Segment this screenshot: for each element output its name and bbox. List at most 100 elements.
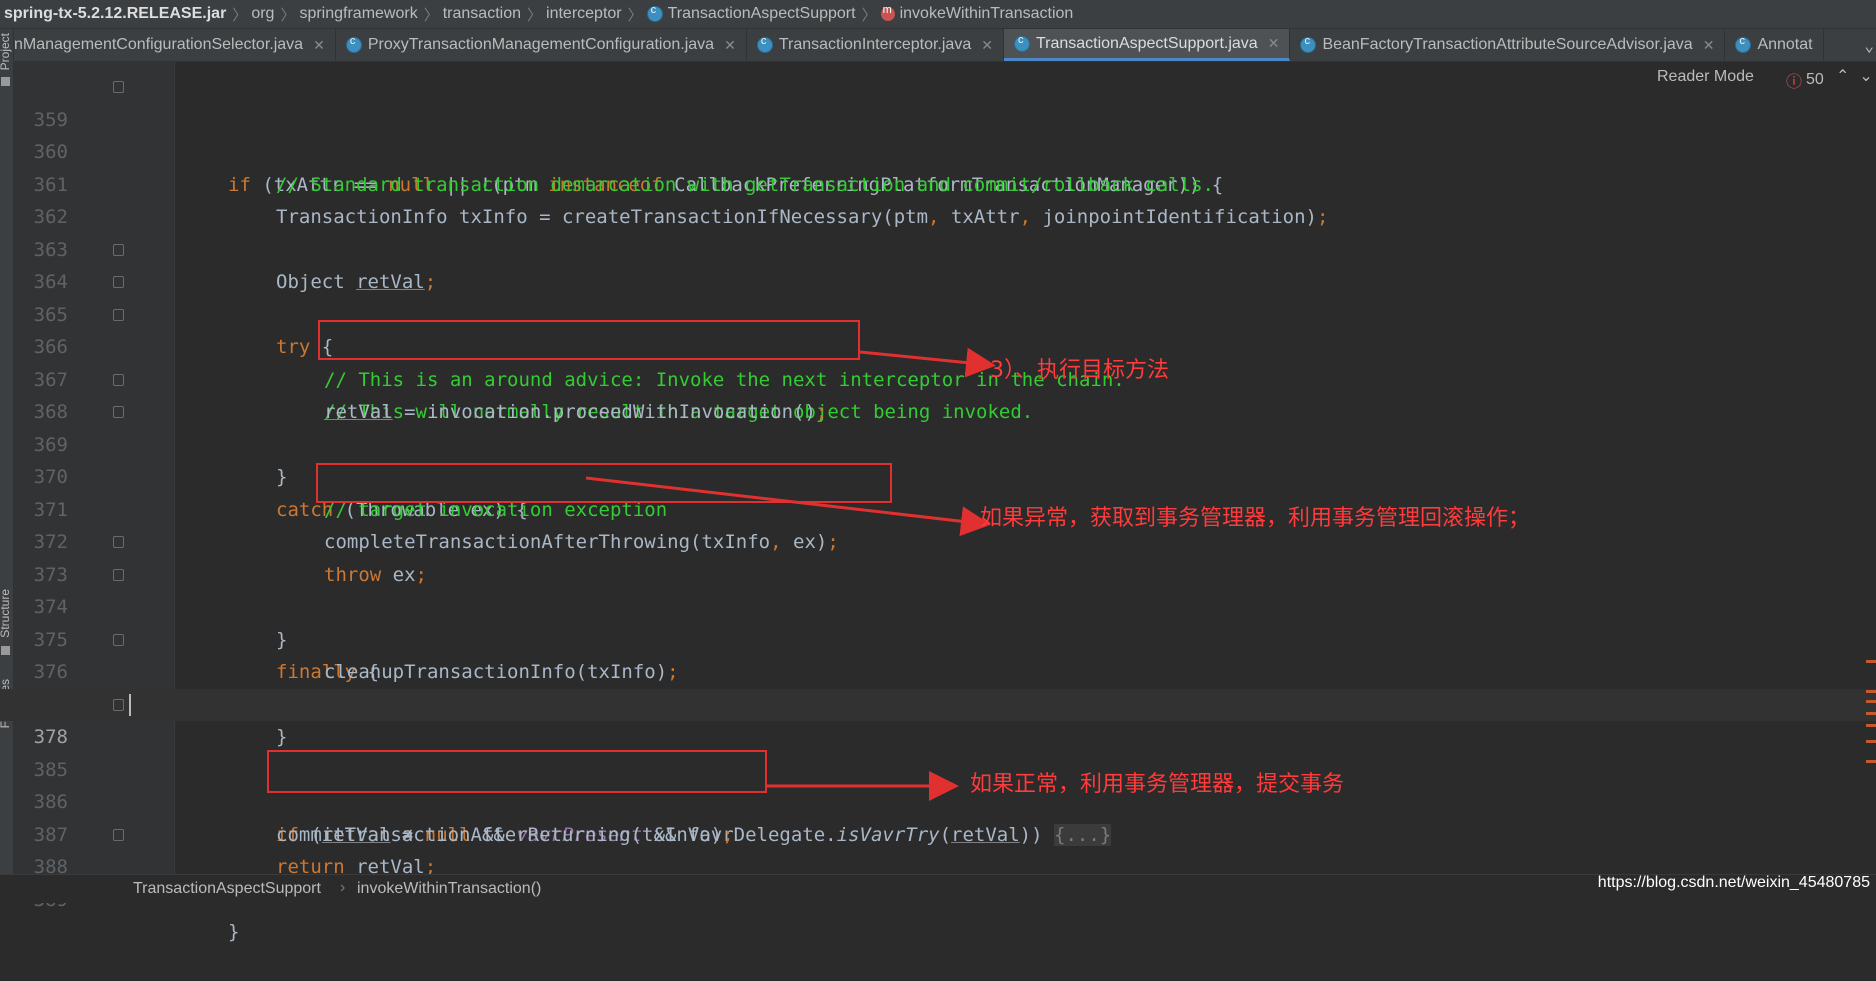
tab-bean-factory-advisor[interactable]: BeanFactoryTransactionAttributeSourceAdv… bbox=[1290, 29, 1726, 61]
code-text: } bbox=[228, 921, 240, 943]
code-line: 377 bbox=[0, 656, 1876, 716]
fold-marker-icon[interactable] bbox=[113, 698, 124, 711]
fold-marker-icon[interactable] bbox=[113, 633, 124, 646]
class-icon bbox=[1013, 34, 1030, 52]
code-line: 359 if (txAttr == null || !(ptm instance… bbox=[0, 71, 1876, 196]
breadcrumb-class-label: TransactionAspectSupport bbox=[667, 5, 856, 22]
class-icon bbox=[646, 4, 663, 22]
breadcrumb-jar[interactable]: spring-tx-5.2.12.RELEASE.jar bbox=[0, 5, 232, 23]
chevron-down-icon[interactable]: ⌄ bbox=[1864, 36, 1874, 55]
code-line: 372 throw ex; bbox=[0, 494, 1876, 586]
code-line: 365 // This is an around advice: Invoke … bbox=[0, 266, 1876, 391]
tab-management-configuration-selector[interactable]: nManagementConfigurationSelector.java ✕ bbox=[14, 29, 336, 61]
annotation-box-commit bbox=[267, 750, 767, 793]
code-line: 367 retVal = invocation.proceedWithInvoc… bbox=[0, 331, 1876, 424]
code-line: 366 // This will normally result in a ta… bbox=[0, 299, 1876, 423]
code-line: 361 TransactionInfo txInfo = createTrans… bbox=[0, 136, 1876, 229]
breadcrumb-separator: 〉 bbox=[280, 6, 296, 24]
chevron-down-icon[interactable]: ⌄ bbox=[1859, 68, 1876, 85]
code-line: 371 completeTransactionAfterThrowing(txI… bbox=[0, 461, 1876, 554]
problem-navigation[interactable]: ⌃⌄ bbox=[1836, 66, 1876, 86]
annotation-note-commit: 如果正常，利用事务管理器，提交事务 bbox=[970, 772, 1345, 797]
breadcrumb-springframework[interactable]: springframework bbox=[295, 5, 423, 23]
watermark: https://blog.csdn.net/weixin_45480785 bbox=[1597, 874, 1870, 891]
problem-count: 50 bbox=[1806, 71, 1824, 88]
annotation-box-proceed bbox=[318, 320, 860, 360]
fold-marker-icon[interactable] bbox=[113, 373, 124, 386]
fold-marker-icon[interactable] bbox=[113, 243, 124, 256]
breadcrumb-separator: › bbox=[340, 879, 346, 896]
error-stripe-marker[interactable] bbox=[1866, 712, 1876, 715]
code-line: 363 Object retVal; bbox=[0, 201, 1876, 294]
fold-marker-icon[interactable] bbox=[113, 568, 124, 581]
error-stripe-marker[interactable] bbox=[1866, 740, 1876, 743]
project-panel-toggle[interactable]: Project bbox=[0, 33, 14, 70]
fold-marker-icon[interactable] bbox=[113, 276, 124, 288]
fold-marker-icon[interactable] bbox=[113, 536, 124, 548]
error-stripe-marker[interactable] bbox=[1866, 760, 1876, 763]
class-icon bbox=[1735, 35, 1752, 53]
navigation-breadcrumb: spring-tx-5.2.12.RELEASE.jar 〉 org 〉 spr… bbox=[0, 0, 1876, 29]
breadcrumb-interceptor[interactable]: interceptor bbox=[542, 5, 628, 23]
close-icon[interactable]: ✕ bbox=[1703, 37, 1715, 54]
method-icon bbox=[880, 4, 895, 21]
code-line-current: 378 if (retVal ≠ null && vavrPresent && … bbox=[0, 688, 1876, 846]
tab-label: Annotat bbox=[1757, 36, 1813, 53]
editor-tabs: nManagementConfigurationSelector.java ✕ P… bbox=[14, 29, 1876, 62]
code-line: 385 bbox=[0, 721, 1876, 781]
close-icon[interactable]: ✕ bbox=[1268, 35, 1280, 52]
tab-label: BeanFactoryTransactionAttributeSourceAdv… bbox=[1322, 36, 1693, 53]
breadcrumb-method[interactable]: invokeWithinTransaction bbox=[877, 4, 1080, 23]
problems-indicator[interactable]: ⓘ 50 bbox=[1786, 68, 1824, 92]
breadcrumb-method-label: invokeWithinTransaction bbox=[899, 5, 1074, 22]
breadcrumb-transaction[interactable]: transaction bbox=[439, 5, 527, 23]
code-line: 376 } bbox=[0, 624, 1876, 748]
code-line: 368 } bbox=[0, 364, 1876, 488]
tab-proxy-transaction-management-configuration[interactable]: ProxyTransactionManagementConfiguration.… bbox=[336, 29, 747, 61]
tab-transaction-interceptor[interactable]: TransactionInterceptor.java ✕ bbox=[747, 29, 1004, 61]
close-icon[interactable]: ✕ bbox=[313, 37, 325, 54]
code-line: 364 try { bbox=[0, 234, 1876, 358]
close-icon[interactable]: ✕ bbox=[724, 37, 736, 54]
breadcrumb-class[interactable]: TransactionAspectSupport bbox=[133, 880, 321, 898]
code-line: 362 bbox=[0, 169, 1876, 228]
code-line: 370 // target invocation exception bbox=[0, 429, 1876, 521]
fold-marker-icon[interactable] bbox=[113, 828, 124, 841]
error-stripe-marker[interactable] bbox=[1866, 700, 1876, 703]
code-line: 360 // Standard transaction demarcation … bbox=[0, 104, 1876, 196]
text-caret bbox=[129, 693, 131, 716]
annotation-box-throwing bbox=[316, 463, 892, 503]
fold-marker-icon[interactable] bbox=[113, 308, 124, 321]
annotation-note-rollback: 如果异常，获取到事务管理器，利用事务管理回滚操作； bbox=[980, 506, 1531, 531]
error-stripe-marker[interactable] bbox=[1866, 660, 1876, 663]
class-icon bbox=[1300, 35, 1317, 53]
editor-breadcrumb-bar: TransactionAspectSupport › invokeWithinT… bbox=[0, 874, 1876, 903]
tab-label: nManagementConfigurationSelector.java bbox=[14, 36, 304, 53]
breadcrumb-class[interactable]: TransactionAspectSupport bbox=[643, 4, 862, 23]
fold-marker-icon[interactable] bbox=[113, 81, 124, 93]
chevron-up-icon[interactable]: ⌃ bbox=[1836, 68, 1859, 85]
tab-transaction-aspect-support[interactable]: TransactionAspectSupport.java ✕ bbox=[1003, 29, 1291, 61]
close-icon[interactable]: ✕ bbox=[981, 37, 993, 54]
error-stripe-marker[interactable] bbox=[1866, 724, 1876, 727]
code-line: 373 } bbox=[0, 526, 1876, 651]
tab-label: TransactionAspectSupport.java bbox=[1035, 34, 1258, 52]
breadcrumb-method[interactable]: invokeWithinTransaction() bbox=[357, 880, 541, 898]
code-line: 369 catch (Throwable ex) { bbox=[0, 396, 1876, 521]
tab-annotat[interactable]: Annotat bbox=[1725, 29, 1824, 61]
error-icon: ⓘ bbox=[1786, 74, 1803, 91]
breadcrumb-separator: 〉 bbox=[423, 6, 439, 24]
class-icon bbox=[345, 35, 362, 53]
error-stripe-marker[interactable] bbox=[1866, 690, 1876, 693]
reader-mode-button[interactable]: Reader Mode bbox=[1657, 68, 1754, 86]
breadcrumb-separator: 〉 bbox=[861, 6, 877, 24]
fold-marker-icon[interactable] bbox=[113, 406, 124, 418]
breadcrumb-org[interactable]: org bbox=[247, 5, 280, 23]
annotation-note-proceed: 3）、执行目标方法 bbox=[990, 358, 1169, 383]
tab-label: ProxyTransactionManagementConfiguration.… bbox=[367, 36, 715, 53]
breadcrumb-separator: 〉 bbox=[527, 6, 543, 24]
code-line: 388 } bbox=[0, 819, 1876, 943]
code-line: 375 cleanupTransactionInfo(txInfo); bbox=[0, 591, 1876, 684]
class-icon bbox=[756, 35, 773, 53]
breadcrumb-separator: 〉 bbox=[232, 6, 248, 24]
